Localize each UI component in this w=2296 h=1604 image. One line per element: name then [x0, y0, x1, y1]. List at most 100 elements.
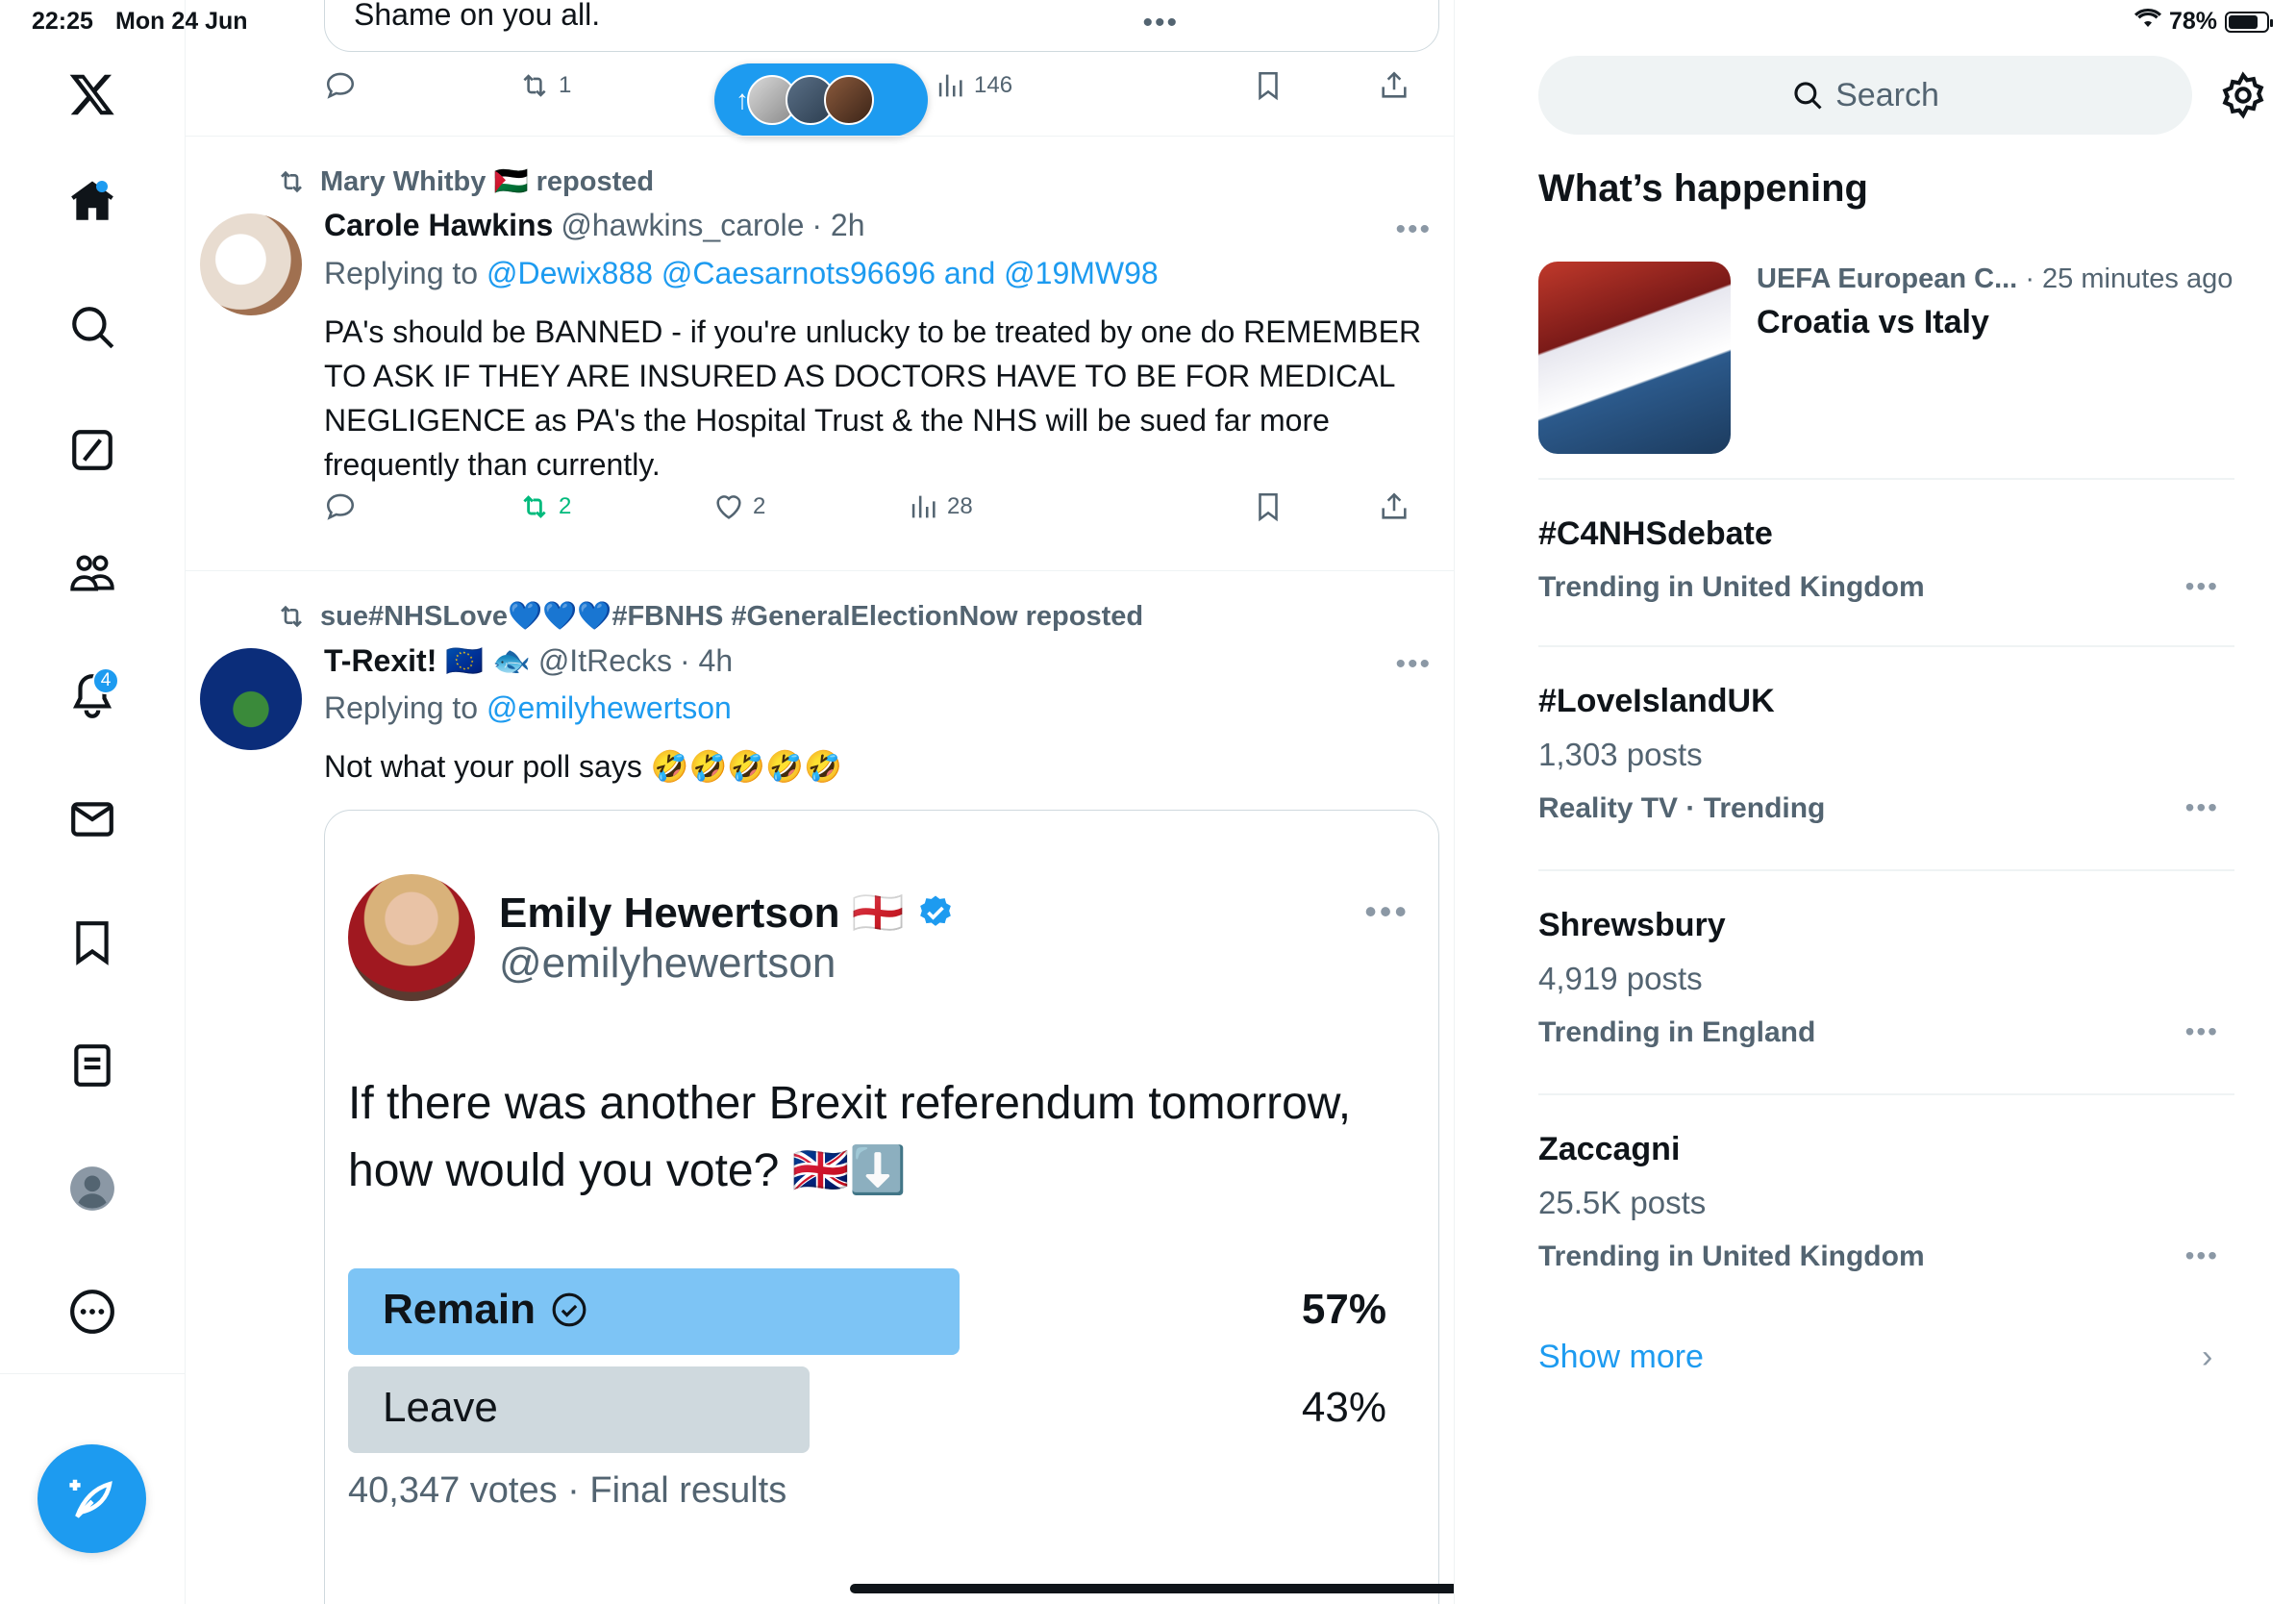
nav-divider	[0, 1373, 186, 1374]
poll-option-label: Remain	[383, 1286, 587, 1334]
trend-divider	[1538, 645, 2234, 647]
replying-label: Replying to	[324, 690, 479, 725]
views-button[interactable]: 28	[907, 490, 973, 523]
trend-posts: 4,919 posts	[1538, 961, 1703, 996]
search-placeholder: Search	[1835, 76, 1939, 113]
chevron-right-icon: ›	[2202, 1339, 2213, 1375]
trend-item[interactable]: Zaccagni 25.5K posts Trending in United …	[1538, 1131, 2234, 1285]
tweet-more-button[interactable]: •••	[1395, 213, 1432, 246]
views-count: 146	[974, 72, 1013, 98]
nav-profile[interactable]	[44, 1140, 140, 1237]
previous-quote-text: Shame on you all.	[354, 0, 601, 32]
author-handle[interactable]: @hawkins_carole	[561, 208, 804, 243]
check-circle-icon	[552, 1292, 586, 1327]
trend-more-button[interactable]: •••	[2185, 792, 2219, 823]
featured-trend-meta: UEFA European C... · 25 minutes ago	[1757, 263, 2233, 295]
show-more-link[interactable]: Show more	[1538, 1339, 1704, 1376]
verified-badge-icon	[919, 895, 951, 926]
share-button[interactable]	[1378, 490, 1410, 523]
featured-trend[interactable]: UEFA European C... · 25 minutes ago Croa…	[1538, 262, 2234, 454]
trend-more-button[interactable]: •••	[2185, 571, 2219, 602]
new-posts-pill[interactable]: ↑	[714, 63, 928, 137]
trend-item[interactable]: Shrewsbury 4,919 posts Trending in Engla…	[1538, 907, 2234, 1061]
poll-option: Leave 43%	[348, 1366, 1386, 1453]
author-handle[interactable]: @ItRecks	[538, 643, 672, 679]
notifications-badge: 4	[92, 667, 119, 694]
settings-button[interactable]	[2219, 71, 2267, 119]
avatar[interactable]	[200, 213, 302, 315]
poll-footer: 40,347 votes · Final results	[348, 1470, 787, 1511]
home-indicator[interactable]	[850, 1584, 1454, 1593]
poll-option-text: Leave	[383, 1384, 498, 1431]
mail-icon	[71, 802, 113, 837]
tweet[interactable]: Mary Whitby 🇵🇸 reposted Carole Hawkins @…	[186, 137, 1454, 571]
reply-icon	[326, 72, 355, 99]
bookmark-button[interactable]	[1252, 490, 1285, 523]
trend-title: Shrewsbury	[1538, 907, 1726, 943]
nav-notifications[interactable]: 4	[44, 648, 140, 744]
avatar[interactable]	[200, 648, 302, 750]
nav-grok[interactable]	[44, 402, 140, 498]
trend-more-button[interactable]: •••	[2185, 1241, 2219, 1271]
author-name[interactable]: Carole Hawkins	[324, 208, 553, 243]
trend-title: #C4NHSdebate	[1538, 515, 1773, 552]
reply-icon	[326, 493, 355, 520]
reply-button[interactable]	[324, 490, 357, 523]
trend-item[interactable]: #C4NHSdebate Trending in United Kingdom …	[1538, 515, 2234, 612]
more-icon	[70, 1290, 114, 1334]
nav-communities[interactable]	[44, 525, 140, 621]
share-icon	[1382, 71, 1407, 98]
quoted-author-name[interactable]: Emily Hewertson 🏴󠁧󠁢󠁥󠁮󠁧󠁿	[499, 888, 955, 938]
views-icon	[911, 495, 936, 518]
poll-percent: 43%	[1301, 1384, 1386, 1431]
nav-messages[interactable]	[44, 771, 140, 867]
retweet-count: 1	[559, 72, 572, 98]
search-input[interactable]: Search	[1538, 56, 2192, 135]
tweet-more-button[interactable]: •••	[1395, 648, 1432, 681]
nav-explore[interactable]	[44, 279, 140, 375]
nav-more[interactable]	[44, 1264, 140, 1360]
retweet-button[interactable]: 1	[518, 69, 571, 102]
bookmark-icon	[1259, 71, 1278, 101]
quoted-more-button[interactable]: •••	[1364, 891, 1410, 932]
poll-option-text: Remain	[383, 1286, 536, 1333]
retweet-icon	[523, 495, 546, 518]
replying-users[interactable]: @Dewix888 @Caesarnots96696 and @19MW98	[487, 256, 1159, 290]
replying-to: Replying to @emilyhewertson	[324, 690, 732, 726]
views-button[interactable]: 146	[934, 69, 1012, 102]
repost-context: sue#NHSLove💙💙💙#FBNHS #GeneralElectionNow…	[276, 600, 1143, 633]
reply-button[interactable]	[324, 69, 357, 102]
quoted-name-text: Emily Hewertson 🏴󠁧󠁢󠁥󠁮󠁧󠁿	[499, 890, 905, 937]
like-icon	[716, 495, 741, 519]
nav-lists[interactable]	[44, 1017, 140, 1114]
author-name[interactable]: T-Rexit! 🇪🇺 🐟	[324, 642, 531, 679]
share-button[interactable]	[1378, 69, 1410, 102]
repost-label: Mary Whitby 🇵🇸 reposted	[320, 166, 655, 197]
nav-home[interactable]	[44, 154, 140, 250]
quoted-tweet[interactable]: Emily Hewertson 🏴󠁧󠁢󠁥󠁮󠁧󠁿 @emilyhewertson …	[324, 810, 1439, 1604]
gear-icon	[2222, 71, 2264, 119]
compose-button[interactable]	[37, 1444, 146, 1553]
quoted-author-handle[interactable]: @emilyhewertson	[499, 940, 836, 988]
retweet-icon	[281, 605, 302, 628]
trend-more-button[interactable]: •••	[2185, 1016, 2219, 1047]
communities-icon	[70, 555, 114, 591]
repost-context: Mary Whitby 🇵🇸 reposted	[276, 165, 654, 198]
featured-category: UEFA European C...	[1757, 263, 2018, 294]
like-button[interactable]: 2	[712, 490, 765, 523]
nav-bookmarks[interactable]	[44, 894, 140, 990]
trend-context: Trending in England	[1538, 1016, 1816, 1048]
timeline: Shame on you all. ••• 1 146 ↑ Mary Whitb…	[186, 0, 1455, 1604]
home-icon	[71, 181, 113, 220]
quoted-avatar[interactable]	[348, 874, 475, 1001]
previous-quote-card[interactable]: Shame on you all. •••	[324, 0, 1439, 52]
trend-title: #LoveIslandUK	[1538, 683, 1775, 719]
retweet-button[interactable]: 2	[518, 490, 571, 523]
retweet-count: 2	[559, 493, 572, 519]
like-count: 2	[753, 493, 766, 519]
bookmark-button[interactable]	[1252, 69, 1285, 102]
grok-icon	[72, 430, 112, 470]
trend-item[interactable]: #LoveIslandUK 1,303 posts Reality TV · T…	[1538, 683, 2234, 837]
replying-users[interactable]: @emilyhewertson	[487, 690, 732, 725]
x-logo-icon[interactable]	[44, 46, 140, 142]
